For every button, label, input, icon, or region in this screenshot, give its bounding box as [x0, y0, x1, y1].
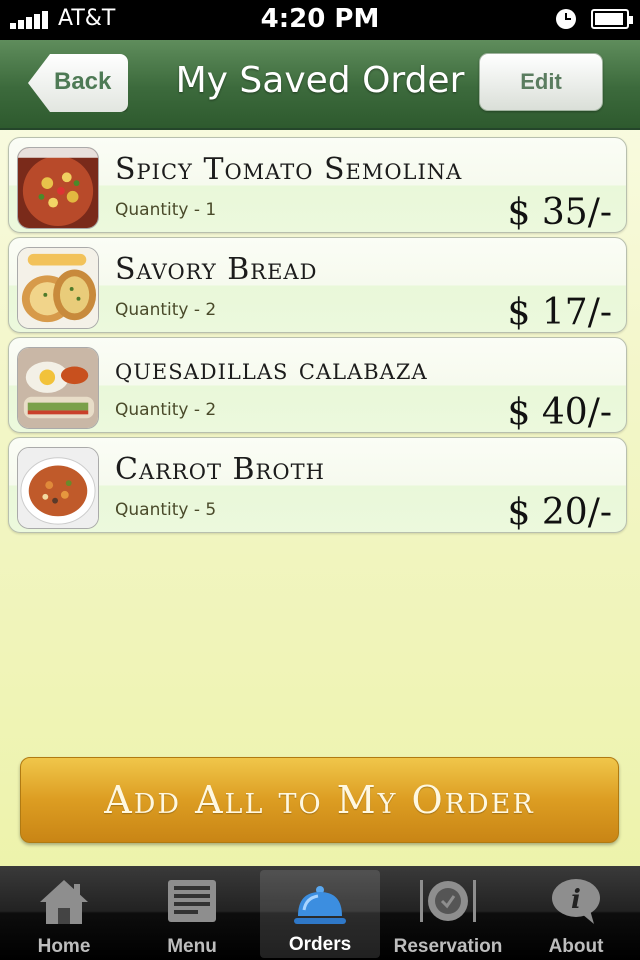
order-item-row[interactable]: Carrot Broth Quantity - 5 $ 20/- [8, 437, 627, 533]
order-item-row[interactable]: quesadillas calabaza Quantity - 2 $ 40/- [8, 337, 627, 433]
quesadilla-dish-thumbnail [17, 347, 99, 429]
svg-text:i: i [571, 885, 581, 915]
item-price: $ 35/- [507, 192, 612, 233]
pasta-dish-thumbnail [17, 147, 99, 229]
tab-home[interactable]: Home [4, 866, 124, 960]
add-all-to-order-button[interactable]: Add All to My Order [20, 757, 619, 843]
tab-bar: Home Menu Orders Reservation i About [0, 866, 640, 960]
item-name: Spicy Tomato Semolina [115, 152, 463, 187]
info-bubble-icon: i [552, 879, 600, 924]
plate-cutlery-icon [420, 880, 476, 922]
alarm-clock-icon [556, 9, 576, 29]
item-quantity: Quantity - 2 [115, 400, 217, 420]
tab-menu[interactable]: Menu [132, 866, 252, 960]
navigation-bar: Back My Saved Order Edit [0, 40, 640, 130]
order-item-row[interactable]: Savory Bread Quantity - 2 $ 17/- [8, 237, 627, 333]
tab-about[interactable]: i About [516, 866, 636, 960]
item-price: $ 20/- [507, 492, 612, 533]
soup-dish-thumbnail [17, 447, 99, 529]
house-icon [40, 880, 88, 924]
bread-dish-thumbnail [17, 247, 99, 329]
tab-label: Orders [288, 934, 352, 955]
tab-reservation[interactable]: Reservation [388, 866, 508, 960]
item-price: $ 40/- [507, 392, 612, 433]
back-button[interactable]: Back [28, 54, 128, 112]
cloche-icon [294, 886, 346, 924]
item-quantity: Quantity - 1 [115, 200, 217, 220]
order-item-row[interactable]: Spicy Tomato Semolina Quantity - 1 $ 35/… [8, 137, 627, 233]
item-quantity: Quantity - 5 [115, 500, 217, 520]
status-time: 4:20 PM [260, 4, 380, 34]
tab-label: About [548, 936, 604, 957]
battery-icon [591, 9, 633, 29]
page-title: My Saved Order [175, 60, 465, 101]
back-button-label: Back [54, 68, 112, 95]
item-name: Carrot Broth [115, 452, 325, 487]
status-bar: AT&T 4:20 PM [0, 0, 640, 40]
item-price: $ 17/- [507, 292, 612, 333]
tab-label: Reservation [393, 936, 503, 957]
saved-order-list: Spicy Tomato Semolina Quantity - 1 $ 35/… [8, 137, 629, 537]
tab-label: Menu [167, 936, 217, 957]
item-name: quesadillas calabaza [115, 352, 428, 387]
edit-button[interactable]: Edit [479, 53, 603, 111]
item-name: Savory Bread [115, 252, 318, 287]
item-quantity: Quantity - 2 [115, 300, 217, 320]
tab-label: Home [37, 936, 91, 957]
tab-orders[interactable]: Orders [260, 870, 380, 958]
menu-icon [168, 880, 216, 922]
